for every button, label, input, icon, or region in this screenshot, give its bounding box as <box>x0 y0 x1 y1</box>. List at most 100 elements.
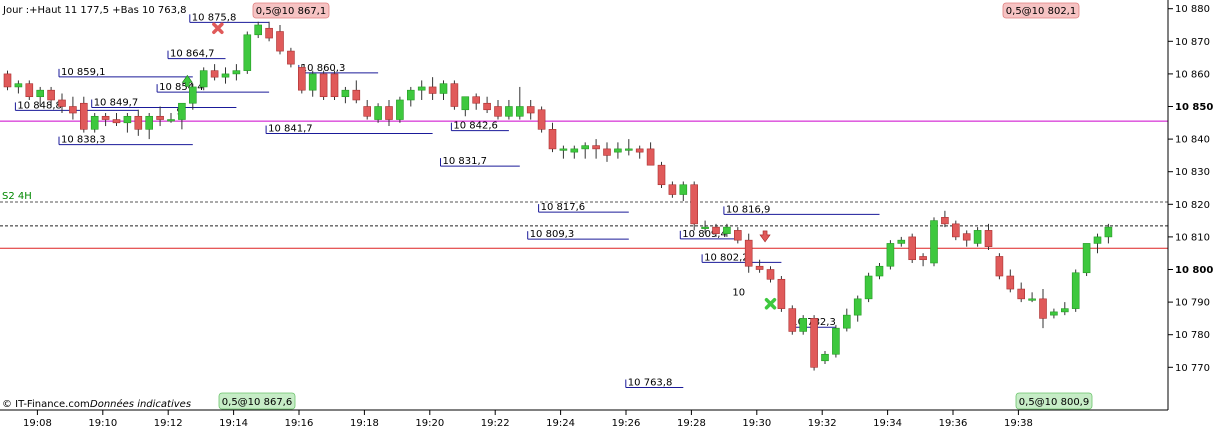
candle-body <box>810 318 818 368</box>
badge-top-right-text: 0,5@10 802,1 <box>1006 6 1076 17</box>
x-tick-label: 19:16 <box>285 418 314 429</box>
candle-body <box>537 109 546 130</box>
annotation-label: 10 809,3 <box>530 229 575 240</box>
x-tick-label: 19:30 <box>742 418 771 429</box>
candle-body <box>25 83 34 98</box>
candle-body <box>112 119 121 124</box>
candle-body <box>973 230 982 244</box>
candle-body <box>123 115 132 124</box>
candle-body <box>635 148 644 153</box>
candle-body <box>1071 272 1080 309</box>
candle <box>908 233 917 263</box>
candle-body <box>1006 275 1015 290</box>
candle-body <box>3 73 12 88</box>
candle <box>788 305 797 335</box>
annotation-label: 10 809,4 <box>682 229 727 240</box>
candle-body <box>472 96 481 104</box>
candle-body <box>450 83 459 107</box>
annotation-label: 10 864,7 <box>170 49 215 60</box>
candle-body <box>199 70 208 88</box>
badge-top-right: 0,5@10 802,1 <box>1002 2 1080 19</box>
candle-body <box>679 184 688 195</box>
candle-body <box>777 278 786 309</box>
candle-body <box>701 226 709 229</box>
annotation-label: 10 841,7 <box>268 124 313 135</box>
badge-bottom-right-text: 0,5@10 800,9 <box>1019 397 1089 408</box>
candle-body <box>69 106 77 114</box>
candle <box>930 217 938 267</box>
candle-body <box>984 230 993 247</box>
x-tick-label: 19:38 <box>1004 418 1033 429</box>
s2-level-label: S2 4H <box>2 191 32 202</box>
y-tick-label: 10 800 <box>1175 265 1213 276</box>
candle-body <box>80 102 88 130</box>
badge-bottom-right: 0,5@10 800,9 <box>1015 392 1093 410</box>
candle-body <box>232 70 241 75</box>
candle-body <box>297 67 306 91</box>
annotation-label: 10 848,8 <box>17 100 62 111</box>
candle-body <box>461 96 470 111</box>
x-tick-label: 19:20 <box>415 418 444 429</box>
annotation-label: 10 875,8 <box>192 12 237 23</box>
candle-body <box>1104 226 1113 238</box>
badge-top-left: 0,5@10 867,1 <box>252 2 330 19</box>
candle-body <box>941 217 949 225</box>
candle <box>319 70 328 100</box>
candle-body <box>733 230 742 241</box>
candle-body <box>167 119 175 122</box>
annotation-label: 10 763,8 <box>628 378 673 389</box>
candle <box>657 161 666 188</box>
candle-body <box>570 148 579 153</box>
candle <box>864 272 873 303</box>
candle-body <box>723 226 731 234</box>
candle-body <box>374 106 382 120</box>
annotation-label: 10 849,7 <box>94 97 139 108</box>
candle-body <box>396 99 404 120</box>
candle-body <box>134 115 143 130</box>
chart-background <box>0 0 1214 430</box>
candle-body <box>341 89 350 98</box>
candle <box>330 70 339 100</box>
candle-body <box>842 314 851 329</box>
candle-body <box>221 73 230 78</box>
candle-body <box>1061 308 1069 313</box>
badge-bottom-left: 0,5@10 867,6 <box>218 392 296 410</box>
x-tick-label: 19:10 <box>88 418 117 429</box>
candle-body <box>1050 311 1058 316</box>
annotation-label: 10 860,3 <box>301 63 346 74</box>
candle-body <box>36 89 45 98</box>
candle-body <box>417 86 426 91</box>
x-tick-label: 19:24 <box>546 418 575 429</box>
annotation-label: 10 817,6 <box>541 202 586 213</box>
candle-body <box>526 106 535 114</box>
annotation-label: 10 816,9 <box>726 204 771 215</box>
y-tick-label: 10 810 <box>1175 232 1210 243</box>
annotation-label: 10 802,2 <box>704 252 749 263</box>
candle-body <box>744 239 753 267</box>
candle-body <box>1093 236 1102 244</box>
candle <box>199 67 208 91</box>
x-tick-label: 19:36 <box>939 418 968 429</box>
data-disclaimer: Données indicatives <box>90 398 191 410</box>
candle-body <box>592 145 600 150</box>
candle-body <box>505 106 513 117</box>
candle-body <box>690 184 699 225</box>
badge-bottom-left-text: 0,5@10 867,6 <box>222 397 292 408</box>
candle-body <box>853 298 862 316</box>
candle-body <box>908 236 917 261</box>
candle-body <box>90 115 99 130</box>
candle <box>450 80 459 110</box>
candle-body <box>1082 243 1091 274</box>
annotation-label: 10 842,6 <box>453 121 498 132</box>
y-tick-label: 10 840 <box>1175 135 1210 146</box>
candle-body <box>799 318 808 332</box>
candle-body <box>352 89 361 101</box>
candle <box>995 253 1004 280</box>
candle-body <box>363 106 372 117</box>
candle-body <box>145 115 153 130</box>
x-tick-label: 19:28 <box>677 418 706 429</box>
candle-body <box>930 220 938 264</box>
y-tick-label: 10 790 <box>1175 298 1210 309</box>
candle-body <box>962 233 971 241</box>
candle-body <box>287 50 295 65</box>
